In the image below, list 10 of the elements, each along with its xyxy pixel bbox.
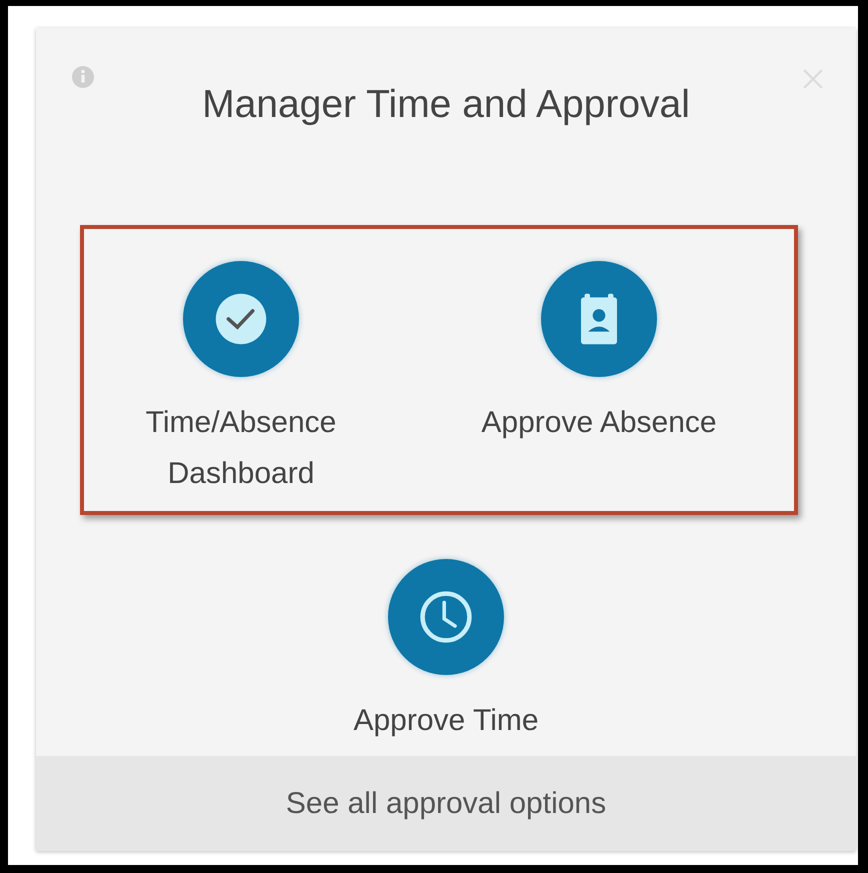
tile-link[interactable]: Time/Absence Dashboard <box>116 397 366 499</box>
tile-icon-button[interactable] <box>541 261 657 377</box>
see-all-link[interactable]: See all approval options <box>36 756 856 851</box>
clock-icon <box>419 590 473 644</box>
tile-link[interactable]: Approve Absence <box>474 397 724 448</box>
tile-link[interactable]: Approve Time <box>321 695 571 746</box>
card-title: Manager Time and Approval <box>202 83 690 127</box>
checkmark-icon <box>214 292 268 346</box>
tile-icon-button[interactable] <box>183 261 299 377</box>
tile-icon-button[interactable] <box>388 559 504 675</box>
